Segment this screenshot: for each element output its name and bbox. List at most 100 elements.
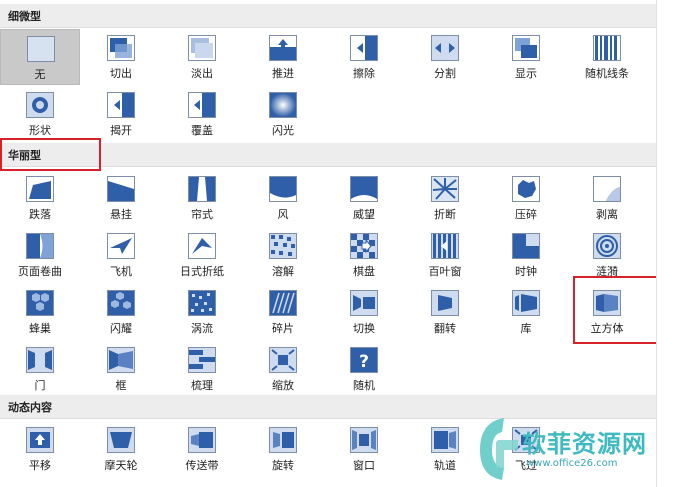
highlight-box-cube <box>573 276 660 344</box>
ferris-wheel-icon <box>107 427 135 453</box>
transition-label: 摩天轮 <box>104 459 138 472</box>
peel-off-icon <box>593 176 621 202</box>
push-icon <box>269 35 297 61</box>
fade-icon <box>188 35 216 61</box>
uncover-icon <box>107 92 135 118</box>
drape-icon <box>107 176 135 202</box>
prestige-icon <box>350 176 378 202</box>
transition-checkerboard[interactable]: 棋盘 <box>324 227 404 283</box>
transition-fade[interactable]: 淡出 <box>162 29 242 85</box>
watermark-logo-icon <box>480 418 518 480</box>
transition-label: 翻转 <box>434 322 456 335</box>
transition-label: 折断 <box>434 208 456 221</box>
transition-label: 威望 <box>353 208 375 221</box>
transition-label: 百叶窗 <box>428 265 462 278</box>
transition-flash[interactable]: 闪光 <box>243 86 323 142</box>
transition-crush[interactable]: 压碎 <box>486 170 566 226</box>
transition-label: 跌落 <box>29 208 51 221</box>
ripple-icon <box>593 233 621 259</box>
transition-label: 无 <box>34 68 46 81</box>
transition-gallery-effect[interactable]: 库 <box>486 284 566 340</box>
transition-prestige[interactable]: 威望 <box>324 170 404 226</box>
transition-split[interactable]: 分割 <box>405 29 485 85</box>
transition-label: 悬挂 <box>110 208 132 221</box>
transition-drape[interactable]: 悬挂 <box>81 170 161 226</box>
transition-label: 平移 <box>29 459 51 472</box>
transition-clock[interactable]: 时钟 <box>486 227 566 283</box>
blinds-icon <box>431 233 459 259</box>
transition-origami[interactable]: 日式折纸 <box>162 227 242 283</box>
transition-label: 框 <box>115 379 127 392</box>
transition-wipe[interactable]: 擦除 <box>324 29 404 85</box>
transition-flip[interactable]: 翻转 <box>405 284 485 340</box>
transition-label: 梳理 <box>191 379 213 392</box>
transition-label: 闪耀 <box>110 322 132 335</box>
transition-label: 显示 <box>515 67 537 80</box>
shape-icon <box>26 92 54 118</box>
gallery-icon <box>512 290 540 316</box>
transition-none[interactable]: 无 <box>0 29 80 85</box>
transition-random[interactable]: ? 随机 <box>324 341 404 397</box>
transition-box[interactable]: 框 <box>81 341 161 397</box>
transition-label: 随机线条 <box>585 67 629 80</box>
transition-airplane[interactable]: 飞机 <box>81 227 161 283</box>
transition-label: 蜂巢 <box>29 322 51 335</box>
transition-reveal[interactable]: 显示 <box>486 29 566 85</box>
section-title: 细微型 <box>8 10 41 23</box>
watermark: 软菲资源网 www.office26.com <box>474 404 674 486</box>
transition-doors[interactable]: 门 <box>0 341 80 397</box>
transition-window[interactable]: 窗口 <box>324 421 404 477</box>
transition-comb[interactable]: 梳理 <box>162 341 242 397</box>
vortex-icon <box>188 290 216 316</box>
transition-fall-over[interactable]: 跌落 <box>0 170 80 226</box>
transition-label: 缩放 <box>272 379 294 392</box>
transition-blinds[interactable]: 百叶窗 <box>405 227 485 283</box>
reveal-icon <box>512 35 540 61</box>
transition-conveyor[interactable]: 传送带 <box>162 421 242 477</box>
transition-label: 日式折纸 <box>180 265 224 278</box>
transition-peel-off[interactable]: 剥离 <box>567 170 647 226</box>
page-curl-icon <box>26 233 54 259</box>
flash-icon <box>269 92 297 118</box>
transition-shape[interactable]: 形状 <box>0 86 80 142</box>
pan-icon <box>26 427 54 453</box>
clock-icon <box>512 233 540 259</box>
transition-orbit[interactable]: 轨道 <box>405 421 485 477</box>
fall-over-icon <box>26 176 54 202</box>
transition-label: 库 <box>520 322 532 335</box>
transition-page-curl[interactable]: 页面卷曲 <box>0 227 80 283</box>
svg-text:?: ? <box>359 352 369 372</box>
transition-label: 时钟 <box>515 265 537 278</box>
transition-dissolve[interactable]: 溶解 <box>243 227 323 283</box>
transition-label: 页面卷曲 <box>18 265 62 278</box>
transition-push[interactable]: 推进 <box>243 29 323 85</box>
transition-vortex[interactable]: 涡流 <box>162 284 242 340</box>
glitter-icon <box>107 290 135 316</box>
checkerboard-icon <box>350 233 378 259</box>
transition-label: 涡流 <box>191 322 213 335</box>
transition-label: 分割 <box>434 67 456 80</box>
transition-label: 门 <box>34 379 46 392</box>
transition-label: 帘式 <box>191 208 213 221</box>
transition-ripple[interactable]: 涟漪 <box>567 227 647 283</box>
transition-pan[interactable]: 平移 <box>0 421 80 477</box>
transition-wind[interactable]: 风 <box>243 170 323 226</box>
random-bars-icon <box>593 35 621 61</box>
transition-random-bars[interactable]: 随机线条 <box>567 29 647 85</box>
transition-ferris-wheel[interactable]: 摩天轮 <box>81 421 161 477</box>
transition-zoom[interactable]: 缩放 <box>243 341 323 397</box>
transition-glitter[interactable]: 闪耀 <box>81 284 161 340</box>
transition-label: 飞机 <box>110 265 132 278</box>
transition-label: 剥离 <box>596 208 618 221</box>
transition-uncover[interactable]: 揭开 <box>81 86 161 142</box>
transition-cut[interactable]: 切出 <box>81 29 161 85</box>
transition-fracture[interactable]: 折断 <box>405 170 485 226</box>
transition-label: 溶解 <box>272 265 294 278</box>
transition-honeycomb[interactable]: 蜂巢 <box>0 284 80 340</box>
transition-shred[interactable]: 碎片 <box>243 284 323 340</box>
transition-rotate[interactable]: 旋转 <box>243 421 323 477</box>
transition-switch[interactable]: 切换 <box>324 284 404 340</box>
transition-cover[interactable]: 覆盖 <box>162 86 242 142</box>
orbit-icon <box>431 427 459 453</box>
transition-curtains[interactable]: 帘式 <box>162 170 242 226</box>
